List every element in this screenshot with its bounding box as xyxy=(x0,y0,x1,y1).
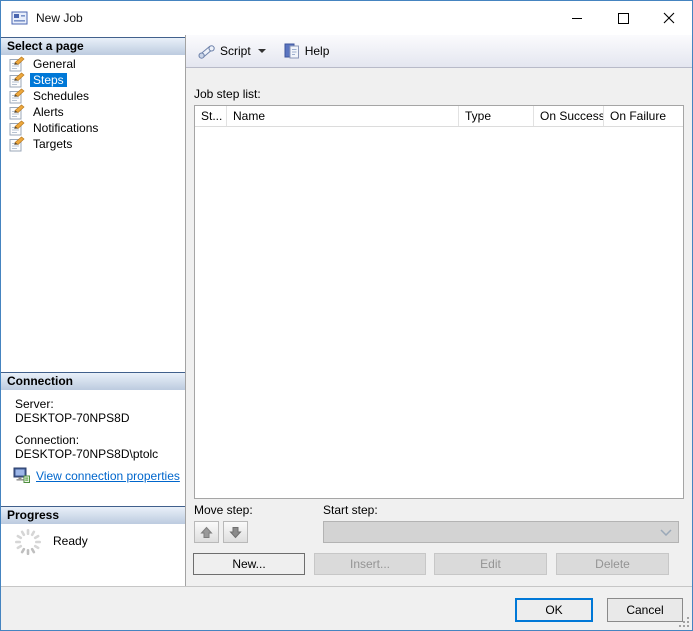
sidebar-item-general[interactable]: General xyxy=(1,56,185,72)
connection-value: DESKTOP-70NPS8D\ptolc xyxy=(15,447,181,461)
progress-block: Ready xyxy=(13,527,88,557)
sidebar-item-label: Notifications xyxy=(30,121,101,135)
connection-header: Connection xyxy=(1,372,185,390)
close-icon xyxy=(663,12,675,24)
ok-button[interactable]: OK xyxy=(515,598,593,622)
sidebar-item-schedules[interactable]: Schedules xyxy=(1,88,185,104)
edit-step-button[interactable]: Edit xyxy=(434,553,547,575)
page-icon xyxy=(9,136,25,152)
column-header-on-failure[interactable]: On Failure xyxy=(604,106,683,126)
window-controls xyxy=(554,1,692,35)
sidebar-item-alerts[interactable]: Alerts xyxy=(1,104,185,120)
sidebar-item-label: Alerts xyxy=(30,105,67,119)
page-nav: General Steps Schedules Alerts Notificat… xyxy=(1,56,185,152)
help-icon xyxy=(283,42,301,60)
column-header-name[interactable]: Name xyxy=(227,106,459,126)
page-icon xyxy=(9,120,25,136)
progress-spinner-icon xyxy=(13,527,43,557)
sidebar-item-steps[interactable]: Steps xyxy=(1,72,185,88)
script-button[interactable]: Script xyxy=(192,38,255,64)
maximize-button[interactable] xyxy=(600,1,646,35)
move-up-icon xyxy=(200,526,213,539)
sidebar-item-label: General xyxy=(30,57,79,71)
maximize-icon xyxy=(618,13,629,24)
server-value: DESKTOP-70NPS8D xyxy=(15,411,181,425)
page-icon xyxy=(9,72,25,88)
new-job-dialog: New Job Select a page General Steps xyxy=(0,0,693,631)
column-header-type[interactable]: Type xyxy=(459,106,534,126)
page-icon xyxy=(9,88,25,104)
resize-grip-icon[interactable] xyxy=(679,617,690,628)
select-a-page-header: Select a page xyxy=(1,37,185,55)
delete-step-button[interactable]: Delete xyxy=(556,553,669,575)
view-connection-properties-link[interactable]: View connection properties xyxy=(13,467,180,484)
sidebar: Select a page General Steps Schedules Al… xyxy=(1,35,186,586)
view-connection-properties-label: View connection properties xyxy=(36,469,180,483)
script-icon xyxy=(196,42,216,60)
minimize-icon xyxy=(572,13,583,24)
sidebar-item-notifications[interactable]: Notifications xyxy=(1,120,185,136)
server-label: Server: xyxy=(15,397,181,411)
job-step-list-label: Job step list: xyxy=(194,87,261,101)
page-icon xyxy=(9,56,25,72)
dialog-footer: OK Cancel xyxy=(1,586,692,630)
connection-details: Server: DESKTOP-70NPS8D Connection: DESK… xyxy=(15,397,181,461)
move-step-label: Move step: xyxy=(194,503,253,517)
combo-chevron-icon xyxy=(660,529,672,536)
close-button[interactable] xyxy=(646,1,692,35)
script-dropdown-button[interactable] xyxy=(255,38,269,64)
progress-header: Progress xyxy=(1,506,185,524)
titlebar: New Job xyxy=(1,1,692,35)
insert-step-button[interactable]: Insert... xyxy=(314,553,426,575)
sidebar-item-targets[interactable]: Targets xyxy=(1,136,185,152)
toolbar: Script Help xyxy=(186,35,692,68)
move-down-icon xyxy=(229,526,242,539)
sidebar-item-label: Schedules xyxy=(30,89,92,103)
connection-label: Connection: xyxy=(15,433,181,447)
cancel-button[interactable]: Cancel xyxy=(607,598,683,622)
app-icon xyxy=(11,10,28,26)
page-icon xyxy=(9,104,25,120)
chevron-down-icon xyxy=(258,49,266,53)
sidebar-item-label: Steps xyxy=(30,73,67,87)
job-step-table-body[interactable] xyxy=(195,127,683,498)
new-step-button[interactable]: New... xyxy=(193,553,305,575)
job-step-table[interactable]: St... Name Type On Success On Failure xyxy=(194,105,684,499)
sidebar-item-label: Targets xyxy=(30,137,75,151)
progress-status: Ready xyxy=(53,534,88,548)
column-header-step[interactable]: St... xyxy=(195,106,227,126)
move-step-up-button[interactable] xyxy=(194,521,219,543)
minimize-button[interactable] xyxy=(554,1,600,35)
start-step-label: Start step: xyxy=(323,503,378,517)
column-header-on-success[interactable]: On Success xyxy=(534,106,604,126)
start-step-select[interactable] xyxy=(323,521,679,543)
connection-properties-icon xyxy=(13,467,31,484)
main-pane: Script Help Job step list: St... xyxy=(186,35,692,586)
script-label: Script xyxy=(220,44,251,58)
job-step-table-header: St... Name Type On Success On Failure xyxy=(195,106,683,127)
window-title: New Job xyxy=(36,11,83,25)
help-button[interactable]: Help xyxy=(279,38,334,64)
move-step-down-button[interactable] xyxy=(223,521,248,543)
help-label: Help xyxy=(305,44,330,58)
